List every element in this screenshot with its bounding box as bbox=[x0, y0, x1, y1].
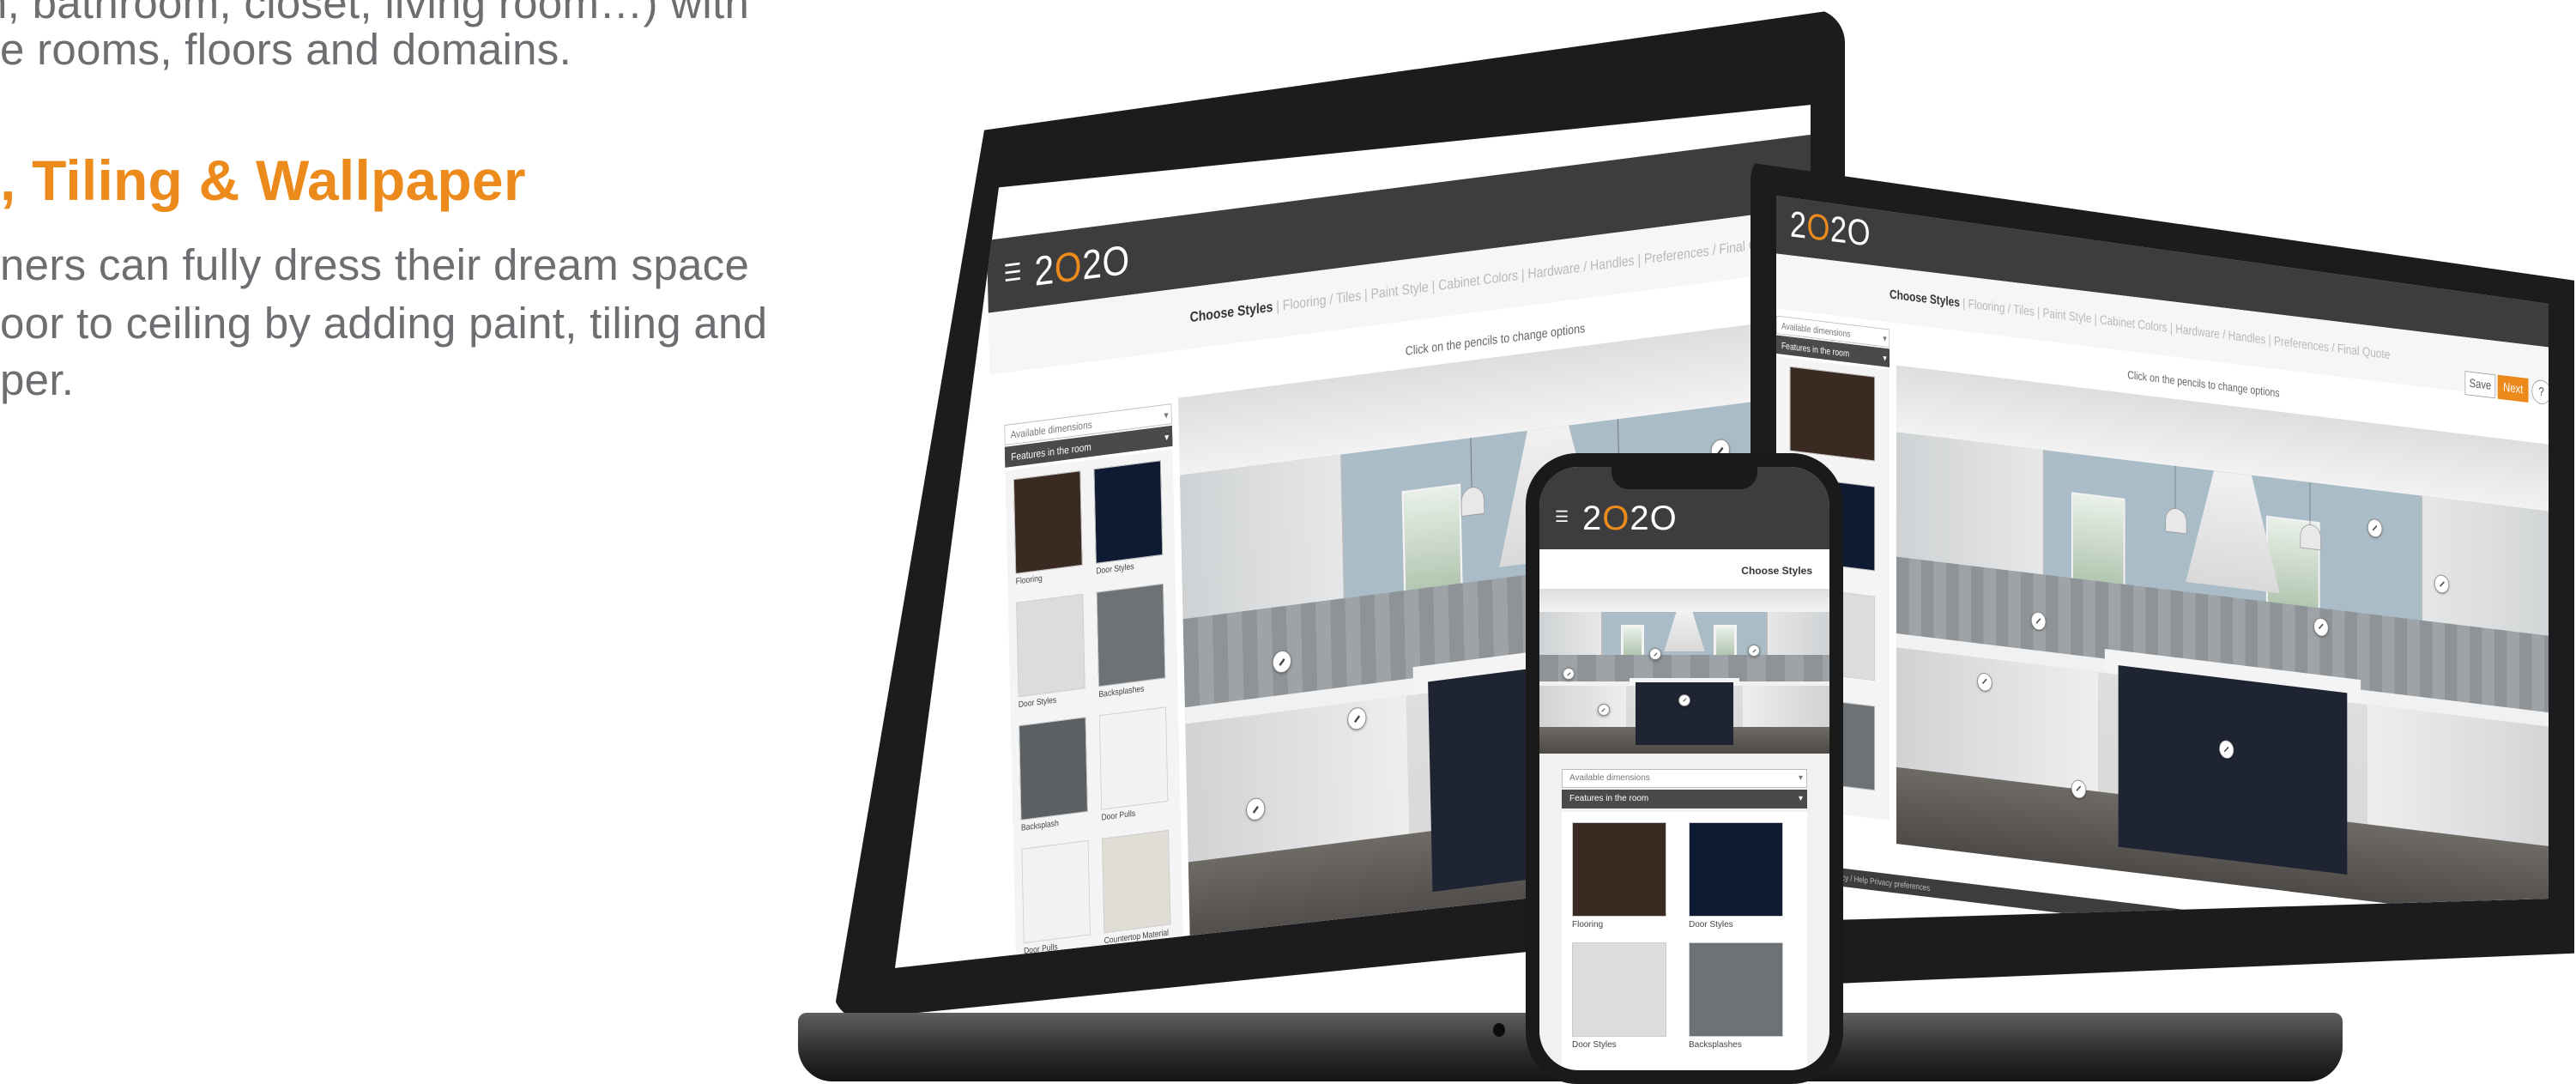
swatch-image bbox=[1096, 583, 1166, 687]
swatch-tile[interactable]: Backsplash bbox=[1019, 717, 1088, 835]
steps-bar: Choose Styles bbox=[1539, 549, 1829, 589]
swatch-image bbox=[1019, 717, 1088, 821]
swatch-image bbox=[1789, 366, 1875, 462]
features-dropdown[interactable]: Features in the room bbox=[1562, 790, 1807, 808]
swatch-tile[interactable]: Flooring bbox=[1572, 822, 1666, 932]
help-button[interactable]: ? bbox=[2531, 378, 2549, 406]
available-dimensions-dropdown[interactable]: Available dimensions bbox=[1562, 769, 1807, 788]
swatch-tile[interactable]: Backsplashes bbox=[1096, 583, 1166, 702]
step-cabinet-colors[interactable]: Cabinet Colors bbox=[1438, 267, 1518, 293]
swatch-panel: Flooring Door Styles Door Styles Backsplash… bbox=[1005, 449, 1184, 968]
step-preferences[interactable]: Preferences / Final Quote bbox=[2274, 334, 2390, 362]
swatch-label: Door Styles bbox=[1689, 920, 1733, 930]
body-line-1: ners can fully dress their dream space bbox=[0, 240, 750, 289]
swatch-tile[interactable]: Door Pulls bbox=[1021, 839, 1091, 959]
swatch-tile[interactable]: Door Styles bbox=[1689, 822, 1783, 932]
app-logo: 2O2O bbox=[1789, 203, 1872, 255]
swatch-image bbox=[1102, 829, 1171, 934]
swatch-label: Door Pulls bbox=[1101, 808, 1136, 823]
swatch-image bbox=[1098, 706, 1169, 810]
step-hardware[interactable]: Hardware / Handles bbox=[1527, 252, 1634, 282]
swatch-label: Flooring bbox=[1015, 573, 1043, 587]
tablet-screen: 2O2O Choose Styles | Flooring / Tiles | … bbox=[1776, 196, 2549, 922]
app-logo: 2O2O bbox=[1033, 237, 1131, 295]
kitchen-render bbox=[1539, 589, 1829, 754]
edit-pencil-icon[interactable] bbox=[1597, 704, 1610, 717]
kitchen-render bbox=[1896, 365, 2549, 922]
swatch-label: Door Styles bbox=[1096, 561, 1134, 577]
save-button[interactable]: Save bbox=[2464, 371, 2496, 399]
hamburger-icon[interactable]: ☰ bbox=[1003, 258, 1022, 288]
swatch-label: Flooring bbox=[1572, 920, 1604, 930]
swatch-image bbox=[1689, 822, 1783, 917]
body-line-3: per. bbox=[0, 355, 75, 404]
phone-mockup: ☰ 2O2O Choose Styles Available dimension… bbox=[1526, 453, 1843, 1084]
edit-pencil-icon[interactable] bbox=[1678, 693, 1691, 706]
swatch-label: Backsplashes bbox=[1689, 1040, 1742, 1050]
step-flooring[interactable]: Flooring / Tiles bbox=[1968, 296, 2035, 318]
step-cabinet-colors[interactable]: Cabinet Colors bbox=[2100, 312, 2168, 335]
swatch-label: Backsplash bbox=[1020, 818, 1059, 833]
swatch-panel: Flooring Door Styles Door Styles Backsplash… bbox=[1562, 812, 1807, 1069]
step-paint[interactable]: Paint Style bbox=[1370, 279, 1429, 302]
swatch-label: Door Styles bbox=[1572, 1040, 1617, 1050]
swatch-tile[interactable]: Door Styles bbox=[1093, 460, 1164, 578]
body-line-2: oor to ceiling by adding paint, tiling a… bbox=[0, 299, 768, 348]
hamburger-icon[interactable]: ☰ bbox=[1555, 508, 1569, 526]
swatch-tile[interactable]: Door Styles bbox=[1572, 942, 1666, 1052]
phone-notch bbox=[1612, 467, 1757, 489]
audio-port bbox=[1493, 1023, 1505, 1037]
swatch-tile[interactable]: Flooring bbox=[1013, 470, 1083, 589]
swatch-image bbox=[1093, 460, 1164, 564]
phone-screen: ☰ 2O2O Choose Styles Available dimension… bbox=[1539, 467, 1829, 1070]
swatch-image bbox=[1689, 942, 1783, 1037]
step-hardware[interactable]: Hardware / Handles bbox=[2175, 322, 2265, 347]
swatch-tile[interactable]: Backsplashes bbox=[1689, 942, 1783, 1052]
swatch-image bbox=[1013, 470, 1083, 574]
intro-line-2: e rooms, floors and domains. bbox=[0, 25, 572, 74]
swatch-image bbox=[1021, 839, 1091, 944]
swatch-image bbox=[1572, 822, 1666, 917]
steps-nav: Choose Styles bbox=[1741, 565, 1812, 577]
step-choose-styles[interactable]: Choose Styles bbox=[1890, 287, 1960, 309]
next-button[interactable]: Next bbox=[2497, 374, 2529, 403]
section-heading: , Tiling & Wallpaper bbox=[0, 148, 526, 212]
swatch-tile[interactable]: Door Styles bbox=[1016, 593, 1085, 712]
swatch-label: Door Styles bbox=[1018, 695, 1057, 710]
app-logo: 2O2O bbox=[1582, 500, 1678, 537]
tablet-mockup: 2O2O Choose Styles | Flooring / Tiles | … bbox=[1751, 146, 2574, 987]
swatch-tile[interactable]: Door Pulls bbox=[1098, 706, 1169, 825]
step-choose-styles[interactable]: Choose Styles bbox=[1741, 565, 1812, 577]
swatch-image bbox=[1016, 593, 1085, 698]
step-paint[interactable]: Paint Style bbox=[2043, 306, 2092, 325]
swatch-label: Backsplashes bbox=[1098, 684, 1145, 699]
swatch-image bbox=[1572, 942, 1666, 1037]
step-choose-styles[interactable]: Choose Styles bbox=[1189, 299, 1273, 325]
step-flooring[interactable]: Flooring / Tiles bbox=[1283, 288, 1362, 313]
swatch-tile[interactable]: Countertop Material bbox=[1102, 829, 1171, 948]
